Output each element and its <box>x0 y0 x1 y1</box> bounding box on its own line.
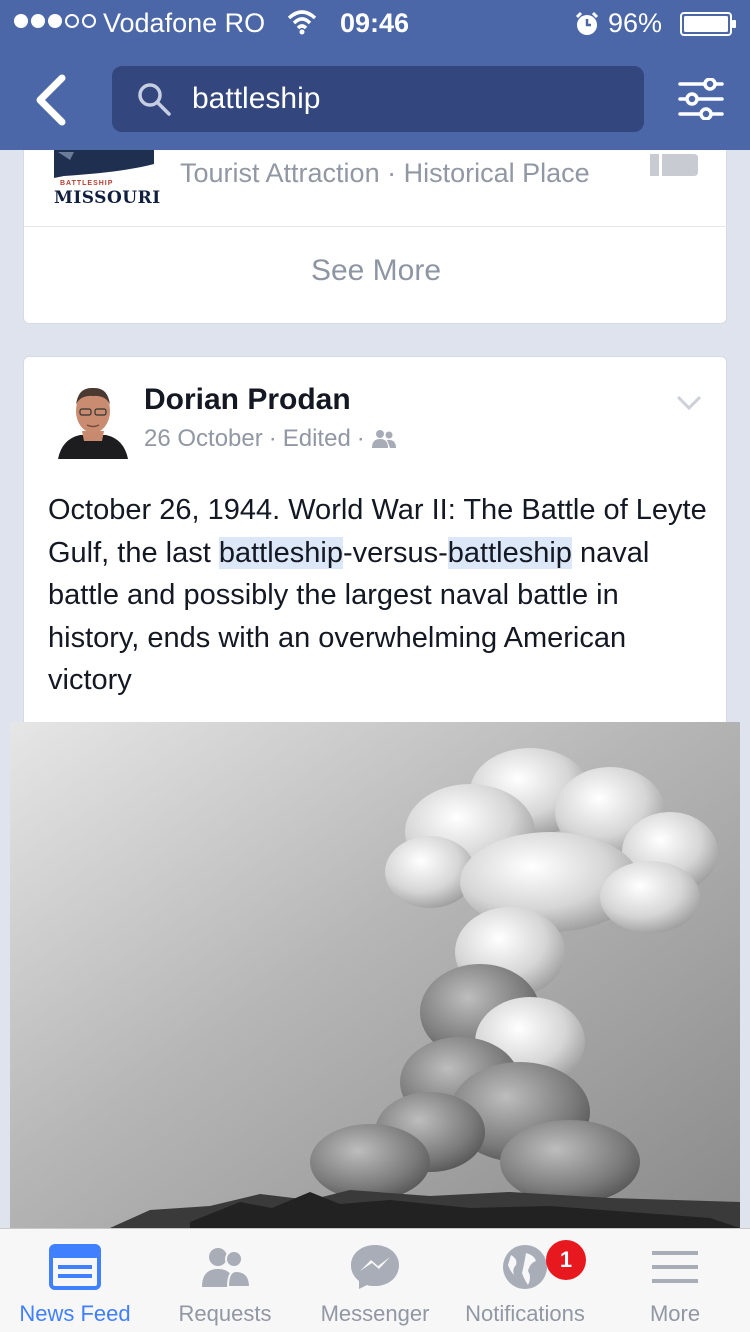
battery-percentage: 96% <box>608 8 663 38</box>
page-category: Tourist Attraction · Historical Place <box>180 158 590 188</box>
tab-label: Requests <box>178 1301 272 1326</box>
divider <box>24 226 728 227</box>
notifications-icon <box>503 1245 547 1289</box>
tab-more[interactable]: More <box>600 1229 750 1332</box>
search-highlight: battleship <box>447 536 572 569</box>
search-header: battleship <box>0 48 750 150</box>
meta-separator: · <box>356 425 365 452</box>
tab-news-feed[interactable]: News Feed <box>0 1229 150 1332</box>
requests-icon <box>202 1248 252 1288</box>
post-date[interactable]: 26 October <box>144 425 263 453</box>
tab-label: Messenger <box>320 1301 430 1326</box>
more-icon <box>652 1251 698 1283</box>
avatar[interactable] <box>58 383 128 459</box>
signal-strength-icon <box>14 14 96 28</box>
tab-requests[interactable]: Requests <box>150 1229 300 1332</box>
alarm-icon <box>575 11 599 35</box>
notifications-badge: 1 <box>546 1240 586 1280</box>
search-input[interactable]: battleship <box>112 66 644 132</box>
back-icon[interactable] <box>28 72 76 128</box>
post-photo[interactable] <box>10 722 740 1228</box>
tab-messenger[interactable]: Messenger <box>300 1229 450 1332</box>
page-result-card[interactable]: BATTLESHIP MISSOURI Tourist Attraction ·… <box>23 150 728 324</box>
post-card: Dorian Prodan 26 October · Edited · Octo… <box>23 356 727 746</box>
post-author[interactable]: Dorian Prodan <box>144 383 351 417</box>
search-query[interactable]: battleship <box>192 82 320 116</box>
tab-label: More <box>649 1301 701 1326</box>
search-icon <box>138 83 171 116</box>
tab-label: News Feed <box>19 1301 131 1326</box>
clock: 09:46 <box>340 8 410 38</box>
search-highlight: battleship <box>218 536 344 569</box>
wifi-icon <box>287 10 317 35</box>
messenger-icon <box>351 1245 399 1289</box>
battleship-missouri-logo: BATTLESHIP MISSOURI <box>54 150 160 210</box>
edited-label[interactable]: Edited <box>283 425 351 453</box>
battery-icon <box>680 12 736 36</box>
chevron-down-icon[interactable] <box>676 395 702 411</box>
filter-icon[interactable] <box>676 78 726 120</box>
post-text: October 26, 1944. World War II: The Batt… <box>48 494 707 696</box>
tab-bar: News Feed Requests Messenger Notificatio… <box>0 1228 750 1332</box>
status-bar: Vodafone RO 09:46 96% <box>0 0 750 48</box>
post-meta: 26 October · Edited · <box>144 425 397 453</box>
like-page-icon[interactable] <box>650 150 700 176</box>
carrier-name: Vodafone RO <box>103 8 266 38</box>
friends-audience-icon[interactable] <box>371 429 397 449</box>
tab-label: Notifications <box>465 1301 585 1326</box>
see-more-button[interactable]: See More <box>24 254 728 288</box>
meta-separator: · <box>268 425 277 452</box>
news-feed-icon <box>49 1244 101 1290</box>
